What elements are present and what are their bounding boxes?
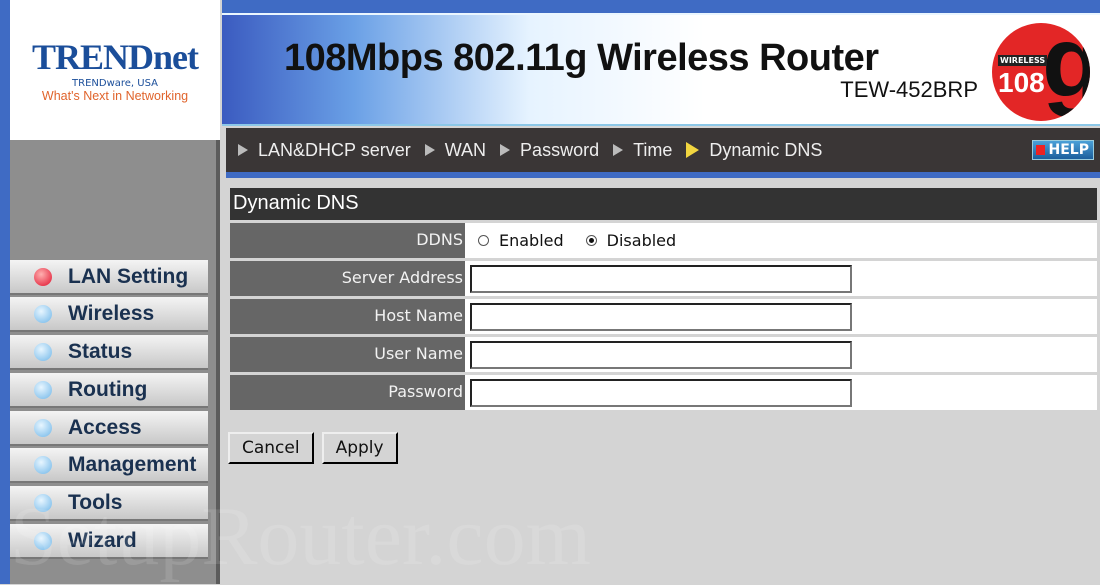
radio-label: Disabled: [606, 231, 677, 250]
product-title: 108Mbps 802.11g Wireless Router: [284, 37, 879, 79]
sidebar-item-wireless[interactable]: Wireless: [10, 297, 208, 332]
ddns-enabled-radio[interactable]: Enabled: [470, 231, 564, 250]
trendnet-logo: TRENDnet TRENDware, USA What's Next in N…: [10, 0, 220, 140]
arrow-right-icon: [424, 144, 435, 156]
bullet-icon: [34, 455, 52, 474]
product-model: TEW-452BRP: [840, 77, 978, 102]
arrow-right-active-icon: [686, 142, 700, 158]
sidebar-item-status[interactable]: Status: [10, 335, 208, 370]
bullet-icon: [34, 304, 52, 323]
top-border: [222, 0, 1100, 13]
server-address-input[interactable]: [470, 264, 852, 293]
sidebar-item-label: Wizard: [68, 528, 137, 552]
arrow-right-icon: [613, 144, 624, 156]
sidebar-item-label: LAN Setting: [68, 264, 189, 288]
sidebar-item-access[interactable]: Access: [10, 411, 208, 446]
server-address-label: Server Address: [230, 261, 465, 296]
badge-letter: g: [1042, 23, 1090, 118]
nav-label: WAN: [444, 139, 487, 160]
arrow-right-icon: [500, 144, 511, 156]
user-name-input[interactable]: [470, 340, 852, 369]
server-address-row: Server Address: [230, 261, 1097, 296]
nav-label: Time: [633, 139, 673, 160]
user-name-label: User Name: [230, 337, 465, 372]
sidebar-item-tools[interactable]: Tools: [10, 486, 208, 521]
sidebar-item-routing[interactable]: Routing: [10, 373, 208, 408]
badge-top: WIRELESS: [998, 55, 1048, 66]
badge-number: 108: [998, 67, 1045, 98]
nav-label: Password: [520, 139, 600, 160]
ddns-disabled-radio[interactable]: Disabled: [578, 231, 677, 250]
product-banner: 108Mbps 802.11g Wireless Router TEW-452B…: [222, 13, 1100, 126]
cancel-button[interactable]: Cancel: [228, 432, 314, 464]
password-label: Password: [230, 375, 465, 410]
sidebar-item-label: Wireless: [68, 301, 155, 325]
password-input[interactable]: [470, 378, 852, 407]
bullet-icon: [34, 531, 52, 550]
bullet-icon: [34, 418, 52, 437]
apply-button[interactable]: Apply: [321, 432, 398, 464]
bullet-icon: [34, 493, 52, 512]
nav-wan[interactable]: WAN: [424, 139, 487, 161]
nav-time[interactable]: Time: [613, 140, 672, 161]
sidebar: LAN Setting Wireless Status Routing Acce…: [10, 140, 220, 584]
ddns-row: DDNS Enabled Disabled: [230, 223, 1097, 258]
host-name-input[interactable]: [470, 302, 852, 331]
section-title: Dynamic DNS: [230, 188, 1097, 220]
nav-dynamic-dns[interactable]: Dynamic DNS: [686, 140, 822, 161]
top-nav: LAN&DHCP server WAN Password Time Dynami…: [226, 128, 1100, 178]
form-buttons: Cancel Apply: [228, 432, 398, 464]
ddns-label: DDNS: [230, 223, 465, 258]
logo-tagline: What's Next in Networking: [41, 89, 189, 103]
password-row: Password: [230, 375, 1097, 410]
bullet-icon: [34, 342, 52, 361]
radio-label: Enabled: [499, 231, 564, 250]
sidebar-item-label: Routing: [68, 377, 148, 401]
sidebar-item-label: Tools: [68, 490, 123, 514]
user-name-row: User Name: [230, 337, 1097, 372]
ddns-form: Dynamic DNS DDNS Enabled Disabled Server…: [230, 188, 1097, 410]
sidebar-item-lan-setting[interactable]: LAN Setting: [10, 260, 208, 295]
host-name-row: Host Name: [230, 299, 1097, 334]
sidebar-item-management[interactable]: Management: [10, 448, 208, 483]
arrow-right-icon: [238, 144, 248, 156]
radio-enabled[interactable]: [478, 235, 489, 246]
left-border: [0, 0, 10, 584]
sidebar-item-label: Access: [68, 415, 142, 439]
active-bullet-icon: [34, 267, 52, 286]
sidebar-item-wizard[interactable]: Wizard: [10, 524, 208, 559]
logo-brand: TRENDnet: [31, 37, 199, 77]
nav-label: LAN&DHCP server: [258, 139, 411, 160]
108-g-badge-logo: g WIRELESS 108: [992, 23, 1090, 121]
nav-label: Dynamic DNS: [709, 139, 823, 160]
nav-lan-dhcp-server[interactable]: LAN&DHCP server: [238, 140, 411, 161]
bullet-icon: [34, 380, 52, 399]
radio-disabled[interactable]: [585, 235, 597, 246]
help-button[interactable]: HELP: [1031, 140, 1094, 160]
logo-sub: TRENDware, USA: [72, 78, 158, 89]
host-name-label: Host Name: [230, 299, 465, 334]
nav-password[interactable]: Password: [500, 140, 599, 161]
sidebar-item-label: Management: [68, 452, 197, 476]
sidebar-item-label: Status: [68, 339, 133, 363]
